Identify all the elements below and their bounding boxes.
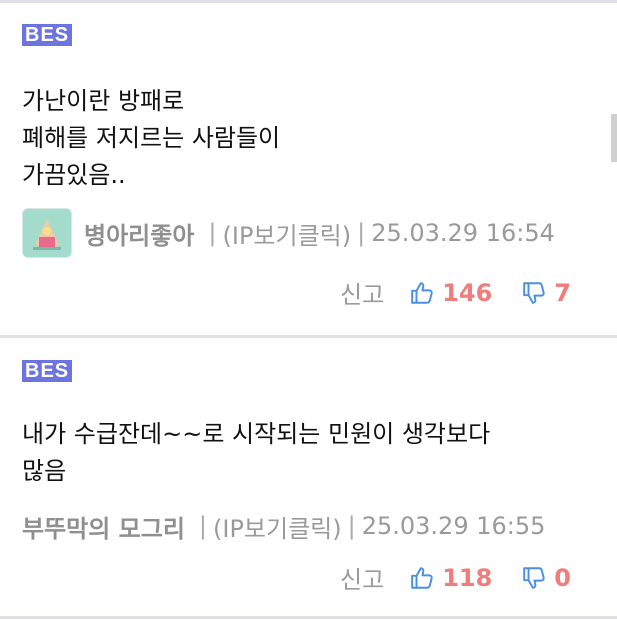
- comment-text: 가난이란 방패로 폐해를 저지르는 사람들이 가끔있음..: [22, 87, 281, 189]
- comment-list: BES 가난이란 방패로 폐해를 저지르는 사람들이 가끔있음.. 병아리좋아 …: [0, 0, 617, 620]
- best-badge: BES: [22, 24, 73, 46]
- separator: |: [198, 512, 208, 540]
- comment: BES 내가 수급잔데~~로 시작되는 민원이 생각보다 많음 부뚜막의 모그리…: [0, 338, 617, 616]
- dislike-count: 0: [554, 563, 571, 592]
- like-button[interactable]: 118: [410, 564, 492, 592]
- thumbs-up-icon: [411, 566, 433, 589]
- thumbs-up-icon: [411, 281, 433, 304]
- comment-text: 내가 수급잔데~~로 시작되는 민원이 생각보다 많음: [22, 420, 491, 485]
- timestamp: 25.03.29 16:55: [361, 512, 546, 540]
- ip-view-link[interactable]: (IP보기클릭): [213, 509, 342, 544]
- like-count: 146: [442, 278, 493, 307]
- divider: [0, 616, 617, 619]
- comment-meta: 병아리좋아 | (IP보기클릭) | 25.03.29 16:54: [22, 208, 597, 258]
- comment-actions: 신고 118 0: [340, 560, 571, 595]
- timestamp: 25.03.29 16:54: [371, 219, 555, 247]
- like-button[interactable]: 146: [410, 279, 492, 307]
- report-button[interactable]: 신고: [340, 275, 384, 310]
- author-name[interactable]: 부뚜막의 모그리: [22, 509, 185, 544]
- comment-meta: 부뚜막의 모그리 | (IP보기클릭) | 25.03.29 16:55: [22, 508, 597, 544]
- chick-avatar-icon: [23, 209, 71, 257]
- separator: |: [357, 219, 366, 247]
- like-count: 118: [442, 563, 493, 592]
- dislike-count: 7: [554, 278, 571, 307]
- separator: |: [208, 219, 217, 247]
- dislike-button[interactable]: 0: [522, 564, 571, 592]
- ip-view-link[interactable]: (IP보기클릭): [223, 216, 352, 251]
- best-badge: BES: [22, 360, 73, 382]
- scrollbar[interactable]: [611, 114, 617, 162]
- separator: |: [347, 512, 356, 540]
- comment: BES 가난이란 방패로 폐해를 저지르는 사람들이 가끔있음.. 병아리좋아 …: [0, 3, 617, 335]
- thumbs-down-icon: [523, 566, 545, 589]
- report-button[interactable]: 신고: [340, 560, 384, 595]
- author-name[interactable]: 병아리좋아: [84, 216, 194, 251]
- dislike-button[interactable]: 7: [522, 279, 571, 307]
- avatar[interactable]: [22, 208, 72, 258]
- comment-actions: 신고 146 7: [340, 275, 571, 310]
- thumbs-down-icon: [523, 281, 545, 304]
